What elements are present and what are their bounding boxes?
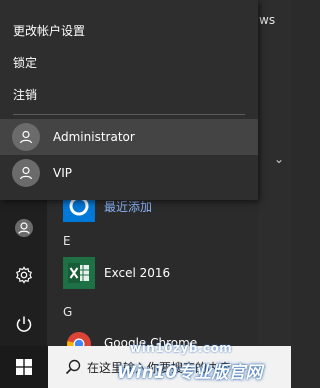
avatar bbox=[12, 159, 40, 187]
account-administrator[interactable]: Administrator bbox=[0, 119, 258, 155]
section-letter-e[interactable]: E bbox=[63, 234, 71, 248]
sign-out-item[interactable]: 注销 bbox=[0, 78, 258, 110]
avatar bbox=[12, 123, 40, 151]
app-excel[interactable]: Excel 2016 bbox=[47, 253, 258, 293]
user-account-button[interactable] bbox=[0, 208, 47, 248]
recent-added-label: 最近添加 bbox=[104, 199, 153, 214]
account-name: Administrator bbox=[53, 130, 135, 144]
windows-logo-icon bbox=[16, 359, 32, 375]
settings-button[interactable] bbox=[0, 255, 47, 295]
lock-item[interactable]: 锁定 bbox=[0, 46, 258, 78]
chevron-down-icon[interactable]: ⌄ bbox=[274, 152, 284, 166]
tile-partial-text: ws bbox=[259, 13, 276, 27]
change-account-settings-item[interactable]: 更改帐户设置 bbox=[0, 14, 258, 46]
watermark-url: win10zyb.com bbox=[130, 341, 233, 355]
watermark-title: Win10专业版官网 bbox=[117, 363, 263, 383]
gear-icon bbox=[15, 266, 32, 284]
account-popup-menu: 更改帐户设置 锁定 注销 Administrator VIP bbox=[0, 0, 258, 200]
section-letter-g[interactable]: G bbox=[63, 305, 72, 319]
excel-label: Excel 2016 bbox=[104, 266, 171, 280]
excel-icon bbox=[63, 257, 95, 289]
user-icon bbox=[14, 219, 33, 237]
tiles-area bbox=[258, 0, 291, 346]
power-button[interactable] bbox=[0, 304, 47, 344]
account-name: VIP bbox=[53, 166, 72, 180]
user-icon bbox=[19, 166, 33, 180]
chrome-icon bbox=[63, 328, 95, 346]
popup-divider bbox=[13, 114, 245, 115]
start-button[interactable] bbox=[0, 346, 48, 388]
account-vip[interactable]: VIP bbox=[0, 155, 258, 191]
search-icon bbox=[65, 359, 81, 375]
power-icon bbox=[16, 316, 31, 332]
user-icon bbox=[19, 130, 33, 144]
